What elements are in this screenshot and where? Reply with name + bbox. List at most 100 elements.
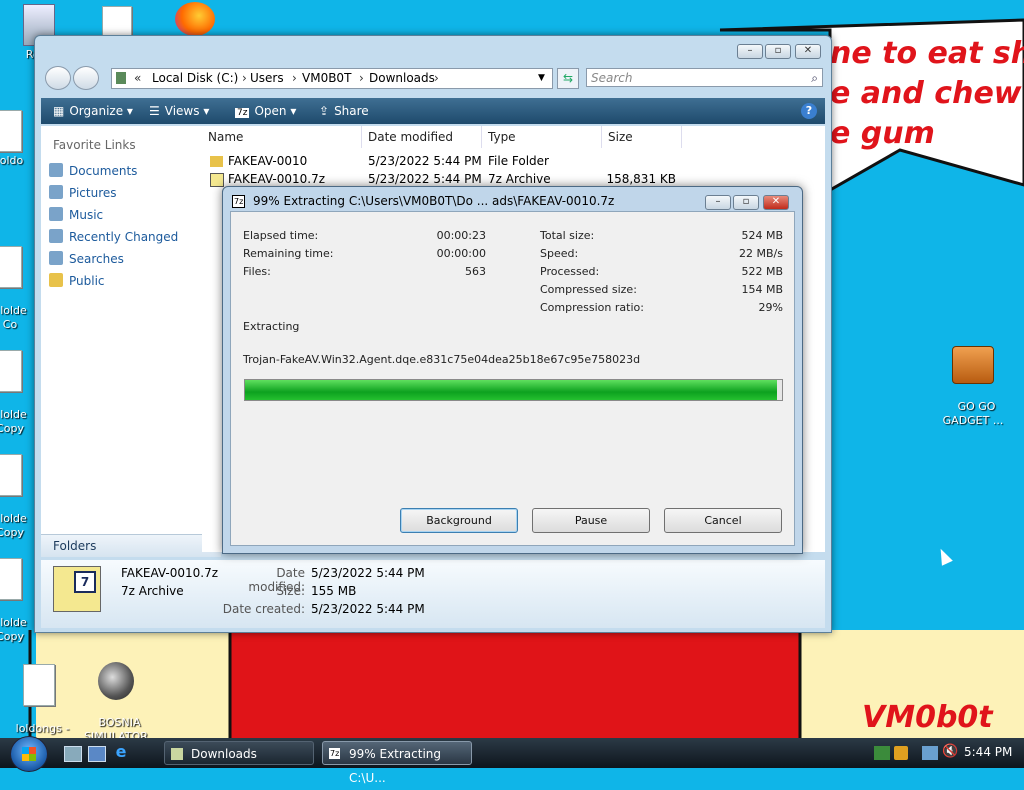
files-value: 563 <box>465 265 486 278</box>
archive-icon <box>210 173 224 187</box>
favorite-links-title: Favorite Links <box>53 138 136 152</box>
folder-icon <box>210 156 223 167</box>
text-file-icon <box>0 246 22 288</box>
explorer-icon <box>171 748 183 760</box>
details-pane: 7 FAKEAV-0010.7z 7z Archive Date modifie… <box>41 560 825 628</box>
public-folder-icon <box>49 273 63 287</box>
desktop-icon-text-file[interactable]: loldongs - Copy (5).txt <box>0 636 78 750</box>
taskbar-item-extracting[interactable]: 7z 99% Extracting C:\U... <box>322 741 472 785</box>
dialog-title: 99% Extracting C:\Users\VM0B0T\Do ... ad… <box>253 194 615 208</box>
searches-icon <box>49 251 63 265</box>
forward-button[interactable] <box>73 66 99 90</box>
recently-changed-icon <box>49 229 63 243</box>
switch-windows-icon[interactable] <box>88 746 106 762</box>
text-file-icon <box>0 110 22 152</box>
favorite-link-pictures[interactable]: Pictures <box>49 185 117 200</box>
favorite-link-recently-changed[interactable]: Recently Changed <box>49 229 178 244</box>
minimize-button[interactable]: – <box>705 195 731 210</box>
chevron-down-icon[interactable]: ▼ <box>538 69 545 88</box>
desktop-icon-firefox[interactable] <box>156 2 234 38</box>
progress-bar <box>244 379 783 401</box>
tray-app-icon[interactable] <box>894 746 908 760</box>
refresh-icon[interactable]: ⇆ <box>557 68 579 89</box>
show-desktop-icon[interactable] <box>64 746 82 762</box>
desktop-icon-bosnia-simulator[interactable]: BOSNIA SIMULATOR <box>77 634 155 744</box>
desktop-icon-text-file[interactable]: lolde Copy <box>0 530 30 644</box>
desktop-icon-text-file[interactable]: lolde Copy <box>0 322 30 436</box>
processed-value: 522 MB <box>741 265 783 278</box>
search-input[interactable]: Search ⌕ <box>586 68 823 87</box>
text-file-icon <box>0 454 22 496</box>
favorite-link-searches[interactable]: Searches <box>49 251 124 266</box>
desktop-icon-text-file[interactable]: lolde Co <box>0 218 30 332</box>
wallpaper-text-1: ne to eat shit <box>830 36 1024 71</box>
desktop-icon-go-go-gadget[interactable]: GO GO GADGET ... <box>934 318 1012 428</box>
desktop-icon-text-file[interactable]: loldo <box>0 110 30 168</box>
wallpaper-text-3: e gum <box>830 116 935 151</box>
archive-icon: 7 <box>53 566 101 612</box>
7zip-icon: 7z <box>232 195 246 208</box>
favorite-link-music[interactable]: Music <box>49 207 103 222</box>
breadcrumb-item[interactable]: Downloads <box>369 69 435 88</box>
text-file-icon <box>0 350 22 392</box>
dialog-body: Elapsed time: 00:00:23 Remaining time: 0… <box>230 211 795 546</box>
organize-button[interactable]: ▦ Organize ▾ <box>53 98 133 124</box>
desktop-icon-text-file[interactable]: lolde Copy <box>0 426 30 540</box>
network-icon[interactable] <box>874 746 890 760</box>
desktop-icon-label: GO GO GADGET ... <box>942 400 1004 427</box>
text-file-icon <box>0 558 22 600</box>
volume-muted-icon[interactable]: 🔇 <box>942 744 958 759</box>
firefox-icon <box>175 2 215 36</box>
breadcrumb-item[interactable]: VM0B0T <box>302 69 351 88</box>
start-button[interactable] <box>10 736 48 772</box>
7zip-icon: 7z <box>329 748 341 759</box>
folders-toggle[interactable]: Folders ▲ <box>41 534 221 557</box>
details-filename: FAKEAV-0010.7z <box>121 566 219 580</box>
favorite-link-documents[interactable]: Documents <box>49 163 137 178</box>
briefcase-icon <box>952 346 994 384</box>
close-button[interactable]: ✕ <box>795 44 821 59</box>
back-button[interactable] <box>45 66 71 90</box>
search-icon: ⌕ <box>811 71 818 85</box>
clock[interactable]: 5:44 PM <box>964 745 1012 759</box>
music-icon <box>49 207 63 221</box>
column-header-name[interactable]: Name <box>202 126 362 148</box>
background-button[interactable]: Background <box>400 508 518 533</box>
desktop-icon-label: loldo <box>0 154 24 167</box>
pause-button[interactable]: Pause <box>532 508 650 533</box>
breadcrumb-item[interactable]: Local Disk (C:) <box>152 69 238 88</box>
cancel-button[interactable]: Cancel <box>664 508 782 533</box>
breadcrumb-item[interactable]: Users <box>250 69 284 88</box>
views-button[interactable]: ☰ Views ▾ <box>149 98 209 124</box>
share-button[interactable]: ⇪ Share <box>319 98 369 124</box>
maximize-button[interactable]: ▫ <box>765 44 791 59</box>
network-status-icon[interactable] <box>922 746 938 760</box>
elapsed-time-value: 00:00:23 <box>436 229 486 242</box>
favorite-link-public[interactable]: Public <box>49 273 105 288</box>
address-bar[interactable]: « Local Disk (C:) › Users › VM0B0T › Dow… <box>111 68 553 89</box>
mine-icon <box>98 662 134 700</box>
extract-progress-dialog[interactable]: 7z 99% Extracting C:\Users\VM0B0T\Do ...… <box>222 186 803 554</box>
open-button[interactable]: 7z Open ▾ <box>235 98 296 126</box>
column-header-size[interactable]: Size <box>602 126 682 148</box>
speed-value: 22 MB/s <box>739 247 783 260</box>
maximize-button[interactable]: ▫ <box>733 195 759 210</box>
folder-icon <box>116 72 126 84</box>
taskbar-item-downloads[interactable]: Downloads <box>164 741 314 765</box>
internet-explorer-icon[interactable]: e <box>112 743 130 761</box>
text-file-icon <box>23 664 55 706</box>
navigation-pane: Favorite Links Documents Pictures Music … <box>41 126 221 552</box>
column-header-date[interactable]: Date modified <box>362 126 482 148</box>
text-file-icon <box>102 6 132 38</box>
column-header-type[interactable]: Type <box>482 126 602 148</box>
help-icon[interactable]: ? <box>801 103 817 119</box>
current-file-text: Trojan-FakeAV.Win32.Agent.dqe.e831c75e04… <box>243 353 641 366</box>
taskbar: e Downloads 7z 99% Extracting C:\U... 🔇 … <box>0 736 1024 785</box>
minimize-button[interactable]: – <box>737 44 763 59</box>
close-button[interactable]: ✕ <box>763 195 789 210</box>
pictures-icon <box>49 185 63 199</box>
table-row[interactable]: FAKEAV-0010 5/23/2022 5:44 PM File Folde… <box>202 152 682 170</box>
wallpaper-text-2: e and chew <box>830 76 1022 111</box>
details-filetype: 7z Archive <box>121 584 184 598</box>
wallpaper-watermark: VM0b0t <box>862 700 993 735</box>
